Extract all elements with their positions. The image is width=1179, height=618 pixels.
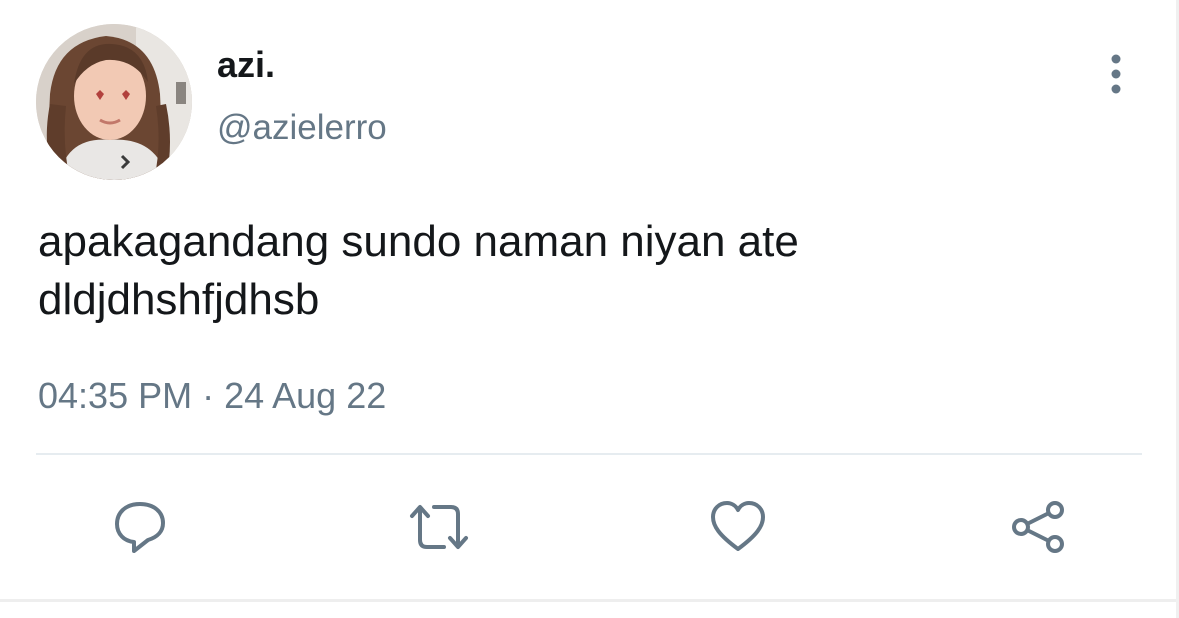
avatar[interactable]: [36, 24, 192, 180]
like-button[interactable]: [703, 492, 773, 562]
heart-icon: [711, 501, 765, 551]
retweet-button[interactable]: [404, 492, 474, 562]
tweet-text-line: dldjdhshfjdhsb: [38, 275, 320, 324]
reply-icon: [115, 502, 165, 553]
display-name[interactable]: azi.: [217, 42, 275, 88]
tweet-card: azi. @azielerro apakagandang sundo naman…: [0, 0, 1179, 618]
more-options-button[interactable]: [1096, 52, 1136, 96]
tweet-text: apakagandang sundo naman niyan ate dldjd…: [38, 213, 1138, 329]
user-handle[interactable]: @azielerro: [217, 106, 387, 150]
share-icon: [1012, 501, 1064, 553]
share-button[interactable]: [1003, 492, 1073, 562]
reply-button[interactable]: [105, 492, 175, 562]
tweet-timestamp[interactable]: 04:35 PM · 24 Aug 22: [38, 373, 386, 419]
tweet-time: 04:35 PM: [38, 375, 193, 416]
tweet-text-line: apakagandang sundo naman niyan ate: [38, 217, 799, 266]
bottom-border: [0, 599, 1179, 602]
tweet-date: 24 Aug 22: [224, 375, 387, 416]
avatar-image: [36, 24, 192, 180]
meta-separator: ·: [202, 375, 215, 416]
more-vertical-icon: [1111, 54, 1121, 94]
divider: [36, 453, 1142, 455]
retweet-icon: [410, 505, 468, 549]
action-bar: [0, 492, 1179, 562]
